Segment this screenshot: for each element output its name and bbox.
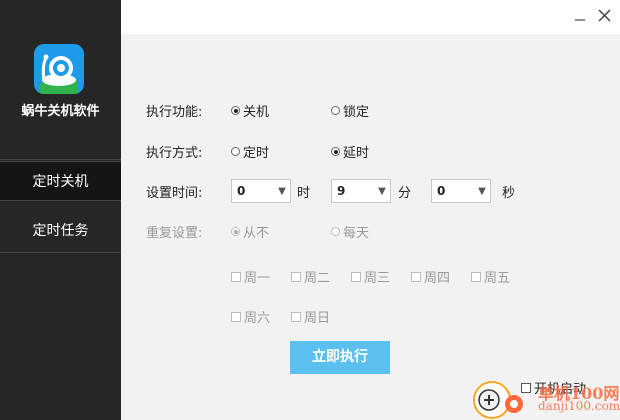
title-bar [121,0,620,34]
radio-label: 延时 [343,146,370,161]
checkbox-label: 周五 [484,271,511,286]
minutes-select[interactable]: 9 ▼ [331,179,391,203]
nav-divider [0,252,121,253]
checkbox-wednesday[interactable]: 周三 [351,267,390,286]
checkbox-label: 周三 [364,271,391,286]
minutes-unit: 分 [398,186,412,201]
radio-lock[interactable]: 锁定 [331,101,369,120]
hours-unit: 时 [297,186,311,201]
checkbox-label: 周六 [244,311,271,326]
sidebar: 蜗牛关机软件 定时关机 定时任务 [0,0,121,420]
function-label: 执行功能: [146,105,203,120]
nav-item-timed-tasks[interactable]: 定时任务 [0,211,121,251]
chevron-down-icon: ▼ [378,185,386,197]
chevron-down-icon: ▼ [278,185,286,197]
minimize-icon[interactable] [570,6,590,26]
radio-label: 关机 [243,105,270,120]
checkbox-monday[interactable]: 周一 [231,267,270,286]
checkbox-icon [231,311,241,322]
checkbox-label: 周二 [304,271,331,286]
chevron-down-icon: ▼ [478,185,486,197]
checkbox-icon [291,271,301,282]
radio-label: 从不 [243,226,270,241]
radio-daily[interactable]: 每天 [331,222,369,241]
radio-shutdown[interactable]: 关机 [231,101,269,120]
checkbox-tuesday[interactable]: 周二 [291,267,330,286]
run-now-button[interactable]: 立即执行 [290,341,390,374]
checkbox-icon [351,271,361,282]
radio-checked-icon [231,227,240,236]
radio-unchecked-icon [331,227,340,236]
radio-delay[interactable]: 延时 [331,142,369,161]
watermark-url: danji100.com [538,399,620,413]
radio-label: 定时 [243,146,270,161]
checkbox-friday[interactable]: 周五 [471,267,510,286]
radio-label: 每天 [343,226,370,241]
checkbox-icon [521,382,531,393]
checkbox-icon [291,311,301,322]
checkbox-label: 周四 [424,271,451,286]
time-label: 设置时间: [146,186,203,201]
checkbox-sunday[interactable]: 周日 [291,307,330,326]
radio-label: 锁定 [343,105,370,120]
hours-select[interactable]: 0 ▼ [231,179,291,203]
seconds-select[interactable]: 0 ▼ [431,179,491,203]
nav-item-timed-shutdown[interactable]: 定时关机 [0,161,121,201]
radio-scheduled[interactable]: 定时 [231,142,269,161]
close-icon[interactable] [595,6,615,26]
checkbox-icon [471,271,481,282]
checkbox-label: 周日 [304,311,331,326]
checkbox-icon [231,271,241,282]
checkbox-saturday[interactable]: 周六 [231,307,270,326]
checkbox-thursday[interactable]: 周四 [411,267,450,286]
radio-unchecked-icon [231,147,240,156]
app-name: 蜗牛关机软件 [21,104,100,119]
checkbox-icon [411,271,421,282]
snail-logo-icon [34,44,84,94]
radio-never[interactable]: 从不 [231,222,269,241]
checkbox-label: 周一 [244,271,271,286]
minutes-value: 9 [337,184,346,198]
hours-value: 0 [237,184,246,198]
radio-unchecked-icon [331,106,340,115]
seconds-value: 0 [437,184,446,198]
nav-divider [0,159,121,160]
repeat-label: 重复设置: [146,226,203,241]
seconds-unit: 秒 [502,186,516,201]
radio-checked-icon [331,147,340,156]
radio-checked-icon [231,106,240,115]
mode-label: 执行方式: [146,146,203,161]
